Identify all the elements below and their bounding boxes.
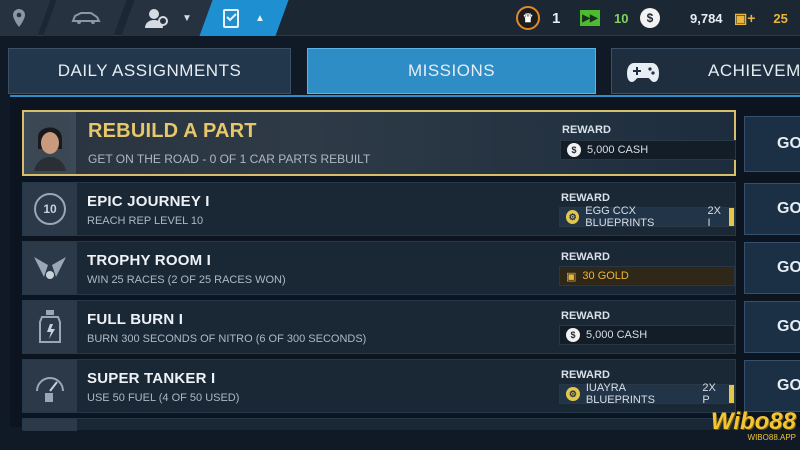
go-button-full-burn[interactable]: GO: [744, 301, 800, 353]
gold-bars-icon: ▣+: [734, 9, 756, 26]
avatar-icon: [30, 115, 70, 171]
mission-icon-box: [23, 419, 77, 431]
mission-subtitle: REACH REP LEVEL 10: [87, 215, 204, 227]
mission-title: TROPHY ROOM I: [87, 252, 211, 269]
map-pin-button[interactable]: [2, 0, 36, 36]
mission-title: SUPER TANKER I: [87, 370, 216, 387]
mission-row-full-burn: FULL BURN I BURN 300 SECONDS OF NITRO (6…: [22, 300, 736, 354]
cash-coin-icon: $: [640, 8, 660, 28]
reward-label: REWARD: [561, 310, 610, 322]
rep-level-icon-text: 10: [43, 202, 57, 216]
mission-icon-box: 10: [23, 183, 77, 235]
fuel-gauge-icon: [36, 377, 64, 402]
mission-subtitle: BURN 300 SECONDS OF NITRO (6 OF 300 SECO…: [87, 333, 367, 345]
tickets-stat: ▶▶ 10: [580, 0, 628, 36]
mission-title: REBUILD A PART: [88, 120, 257, 142]
reward-text: 5,000 CASH: [587, 144, 649, 156]
ticket-icon: ▶▶: [580, 10, 600, 26]
reward-blueprints: ⚙ EGG CCX BLUEPRINTS 2X I: [559, 205, 735, 229]
car-icon: [71, 12, 101, 24]
trophy-flags-icon: [34, 257, 66, 279]
chevron-down-icon: ▼: [182, 12, 192, 24]
gold-value: 25: [773, 10, 788, 26]
blueprint-icon: ⚙: [566, 387, 580, 401]
mission-subtitle: USE 50 FUEL (4 OF 50 USED): [87, 392, 240, 404]
rep-level-value: 1: [552, 9, 561, 27]
tab-missions[interactable]: MISSIONS: [307, 48, 596, 94]
reward-label: REWARD: [561, 192, 610, 204]
gold-bars-icon: ▣: [566, 270, 577, 283]
reward-text: 5,000 CASH: [586, 329, 648, 341]
tab-achievements[interactable]: ACHIEVEME: [611, 48, 800, 94]
profile-button[interactable]: ▼: [138, 0, 198, 36]
mission-icon-box: [23, 301, 77, 353]
gold-stat: ▣+ 25: [734, 0, 788, 36]
reward-accent-bar: [729, 208, 734, 226]
gamepad-icon: [627, 63, 659, 82]
mission-title: EPIC JOURNEY I: [87, 193, 210, 210]
reward-text: 30 GOLD: [582, 270, 629, 282]
go-button-epic-journey[interactable]: GO: [744, 183, 800, 235]
rep-level-icon: 10: [34, 193, 66, 225]
chevron-up-icon: ▲: [255, 12, 265, 24]
blueprint-icon: ⚙: [566, 210, 580, 224]
reward-label: REWARD: [562, 124, 611, 136]
tab-achievements-label: ACHIEVEME: [708, 61, 800, 80]
watermark: Wibo88 WIBO88.APP: [676, 408, 796, 446]
mission-row-super-tanker: SUPER TANKER I USE 50 FUEL (4 OF 50 USED…: [22, 359, 736, 413]
go-button-rebuild-a-part[interactable]: GO: [744, 116, 800, 172]
reward-gold: ▣ 30 GOLD: [559, 266, 735, 286]
reward-quantity: 2X I: [707, 205, 721, 229]
go-button-label: GO: [777, 200, 800, 217]
reward-accent-bar: [729, 385, 734, 403]
reward-label: REWARD: [561, 251, 610, 263]
mission-icon-box: [23, 360, 77, 412]
mission-subtitle: GET ON THE ROAD - 0 OF 1 CAR PARTS REBUI…: [88, 152, 371, 166]
go-button-label: GO: [777, 377, 800, 394]
rep-level-stat: ♛ 1: [516, 0, 560, 36]
go-button-label: GO: [777, 135, 800, 152]
go-button-super-tanker[interactable]: GO: [744, 360, 800, 412]
mission-row-epic-journey: 10 EPIC JOURNEY I REACH REP LEVEL 10 REW…: [22, 182, 736, 236]
mission-subtitle: WIN 25 RACES (2 OF 25 RACES WON): [87, 274, 286, 286]
reward-blueprints: ⚙ IUAYRA BLUEPRINTS 2X P: [559, 382, 735, 406]
watermark-brand: Wibo88: [710, 408, 796, 435]
map-pin-icon: [13, 9, 25, 27]
reward-text: EGG CCX BLUEPRINTS: [585, 205, 655, 229]
reward-label: REWARD: [561, 369, 610, 381]
reward-cash: $ 5,000 CASH: [559, 325, 735, 345]
mission-row-rebuild-a-part: REBUILD A PART GET ON THE ROAD - 0 OF 1 …: [22, 110, 736, 176]
reward-text: IUAYRA BLUEPRINTS: [585, 382, 655, 406]
reward-quantity: 2X P: [702, 382, 716, 406]
top-bar: ▼ ▲ ♛ 1 ▶▶ 10 $ 9,784 ▣+ 25: [0, 0, 800, 36]
cash-value: 9,784: [690, 10, 723, 26]
mission-avatar: [24, 112, 76, 174]
crown-icon: ♛: [516, 6, 540, 30]
tab-missions-label: MISSIONS: [407, 61, 496, 80]
tab-daily-assignments[interactable]: DAILY ASSIGNMENTS: [8, 48, 291, 94]
reward-cash: $ 5,000 CASH: [560, 140, 736, 160]
cash-stat: $ 9,784: [640, 0, 723, 36]
profile-settings-icon: [145, 9, 169, 28]
watermark-url: WIBO88.APP: [747, 433, 796, 442]
cash-coin-icon: $: [567, 143, 581, 157]
mission-row-partial: [22, 418, 736, 431]
mission-title: FULL BURN I: [87, 311, 184, 328]
tickets-value: 10: [614, 10, 629, 26]
mission-icon-box: [23, 242, 77, 294]
mission-row-trophy-room: TROPHY ROOM I WIN 25 RACES (2 OF 25 RACE…: [22, 241, 736, 295]
nitro-bottle-icon: [39, 310, 61, 343]
missions-nav-button[interactable]: ▲: [208, 0, 278, 36]
garage-button[interactable]: [66, 0, 106, 36]
clipboard-check-icon: [223, 9, 240, 28]
go-button-trophy-room[interactable]: GO: [744, 242, 800, 294]
go-button-label: GO: [777, 259, 800, 276]
go-button-label: GO: [777, 318, 800, 335]
tab-daily-assignments-label: DAILY ASSIGNMENTS: [57, 61, 242, 80]
cash-coin-icon: $: [566, 328, 580, 342]
